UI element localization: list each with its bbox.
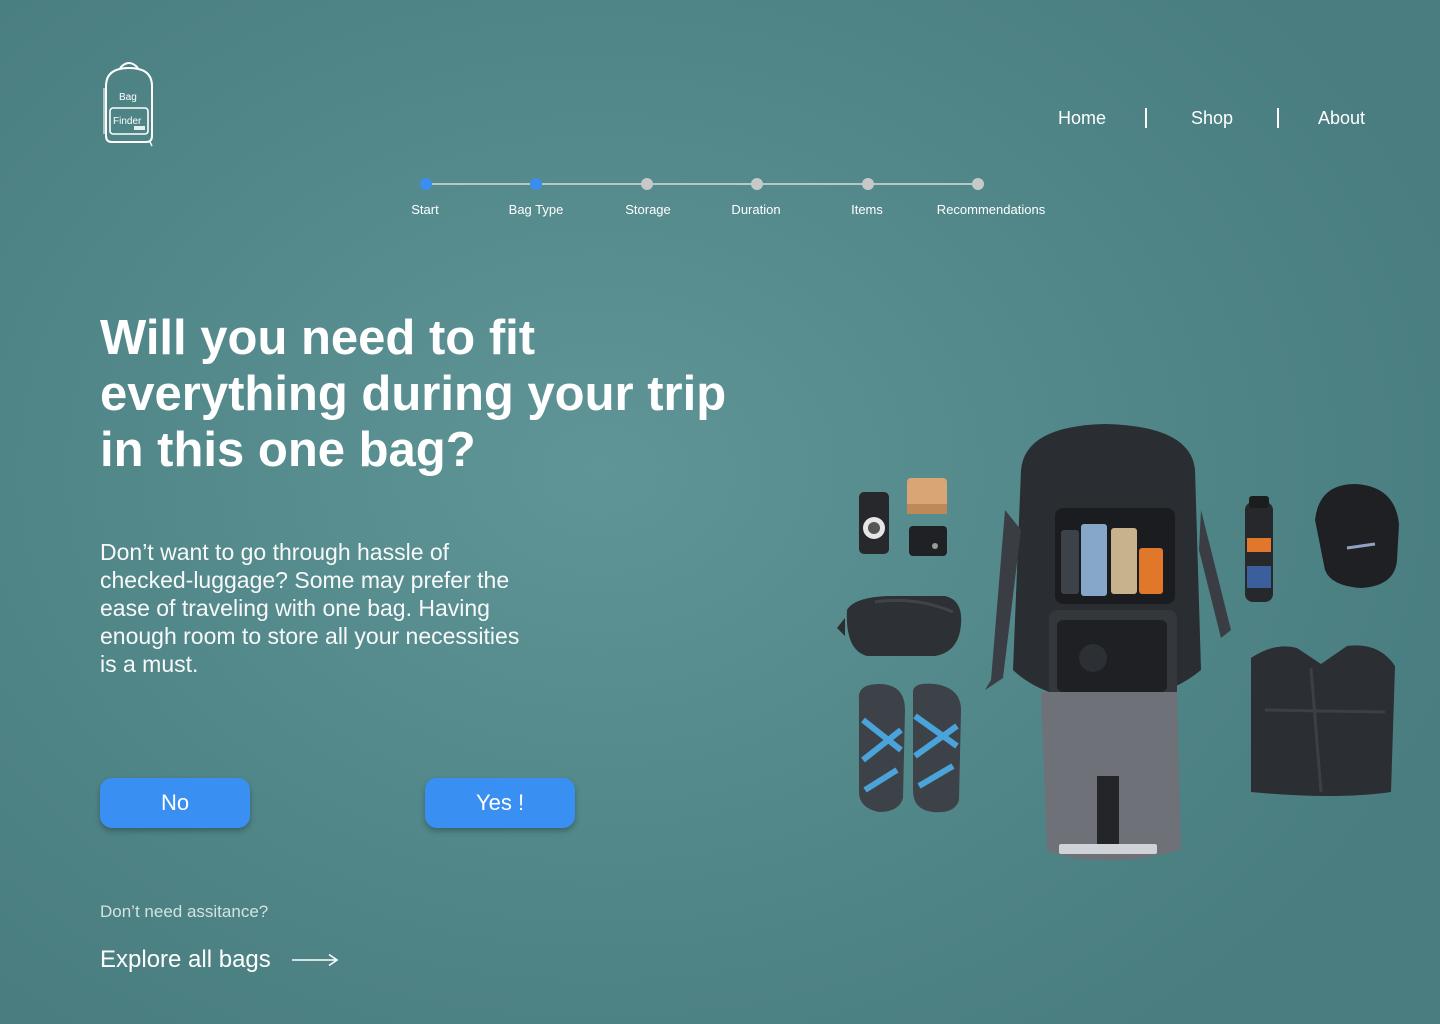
step-bag-type-label[interactable]: Bag Type: [509, 202, 564, 218]
packing-flatlay-image: [835, 420, 1410, 870]
progress-stepper: Start Bag Type Storage Duration Items Re…: [390, 170, 1090, 230]
top-nav: Home Shop About: [1040, 106, 1380, 130]
stepper-track: [426, 183, 978, 185]
backpack-logo-icon: Bag Finder: [103, 62, 153, 147]
nav-shop-link[interactable]: Shop: [1191, 106, 1233, 130]
explore-all-bags-label: Explore all bags: [100, 946, 271, 973]
jacket-icon: [1251, 645, 1395, 796]
step-start-label[interactable]: Start: [411, 202, 438, 218]
step-start-dot: [420, 178, 432, 190]
question-heading: Will you need to fit everything during y…: [100, 311, 727, 477]
logo-text-bag: Bag: [119, 92, 137, 103]
step-recommendations-dot: [972, 178, 984, 190]
sling-bag-icon: [837, 596, 962, 656]
open-backpack-icon: [985, 424, 1231, 861]
yes-button[interactable]: Yes !: [425, 778, 575, 828]
step-items-label[interactable]: Items: [851, 202, 883, 218]
explore-all-bags-link[interactable]: Explore all bags: [100, 944, 339, 976]
no-button[interactable]: No: [100, 778, 250, 828]
nav-home-link[interactable]: Home: [1058, 106, 1106, 130]
nav-divider: [1145, 108, 1147, 128]
step-storage-dot: [641, 178, 653, 190]
cap-icon: [1315, 484, 1399, 588]
nav-divider: [1277, 108, 1279, 128]
assistance-hint: Don’t need assitance?: [100, 902, 269, 921]
camera-pouch-icon: [909, 526, 947, 556]
question-description: Don’t want to go through hassle of check…: [100, 539, 520, 677]
step-storage-label[interactable]: Storage: [625, 202, 671, 218]
step-bag-type-dot: [530, 178, 542, 190]
nav-about-link[interactable]: About: [1318, 106, 1365, 130]
phone-icon: [859, 492, 889, 554]
bag-finder-logo[interactable]: Bag Finder: [100, 58, 158, 148]
sandals-icon: [858, 683, 961, 813]
step-recommendations-label[interactable]: Recommendations: [937, 202, 1045, 218]
water-bottle-icon: [1245, 496, 1273, 602]
step-items-dot: [862, 178, 874, 190]
long-arrow-right-icon: [291, 953, 339, 967]
step-duration-dot: [751, 178, 763, 190]
wallet-icon: [907, 478, 947, 514]
logo-text-finder: Finder: [113, 116, 142, 127]
step-duration-label[interactable]: Duration: [731, 202, 780, 218]
